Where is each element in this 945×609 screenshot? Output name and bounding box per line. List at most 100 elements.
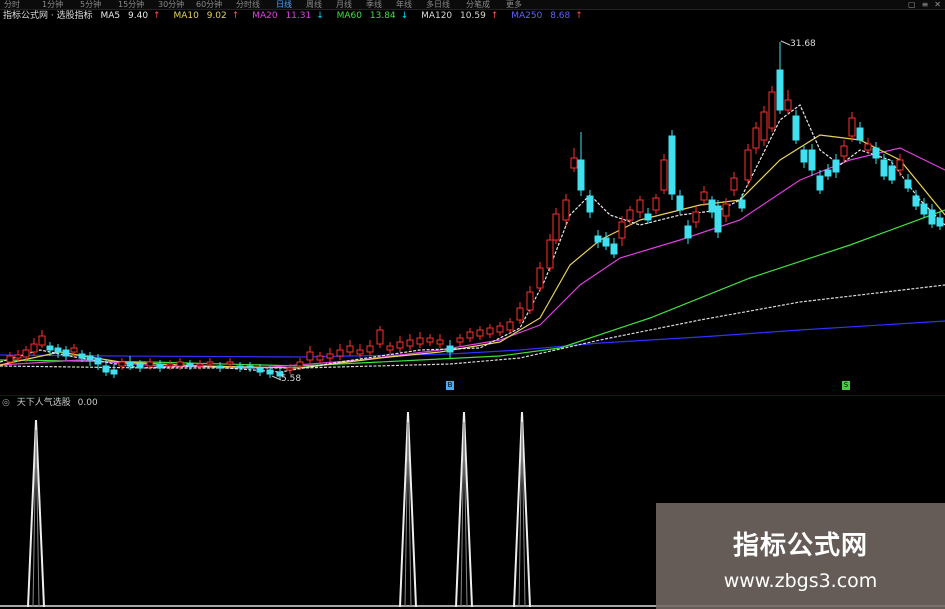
candle-body — [396, 341, 404, 349]
watermark-url: www.zbgs3.com — [723, 570, 878, 592]
candle-body — [386, 345, 394, 351]
candle-body — [446, 345, 454, 353]
candle-body — [864, 143, 872, 151]
candle-body — [266, 369, 274, 375]
candle-body — [904, 179, 912, 189]
candle-body — [744, 149, 752, 181]
candle-body — [406, 339, 414, 347]
candle-body — [856, 127, 864, 141]
candle-body — [552, 213, 560, 241]
candle-body — [496, 325, 504, 333]
candle-body — [286, 367, 294, 371]
candle-body — [226, 361, 234, 365]
candle-body — [436, 339, 444, 345]
candle-body — [110, 369, 118, 375]
candle-body — [714, 205, 722, 233]
candle-body — [506, 321, 514, 331]
candle-body — [536, 267, 544, 289]
candle-body — [760, 111, 768, 141]
candle-body — [920, 203, 928, 215]
candle-body — [808, 149, 816, 171]
candle-body — [880, 159, 888, 177]
candle-body — [86, 355, 94, 361]
settings-icon[interactable]: ◎ — [2, 398, 10, 408]
candle-body — [246, 365, 254, 369]
candle-body — [102, 365, 110, 373]
candle-body — [416, 337, 424, 345]
candle-body — [586, 195, 594, 213]
candle-body — [570, 157, 578, 169]
low-price-label: 5.58 — [281, 374, 302, 384]
candle-body — [546, 239, 554, 269]
candle-body — [577, 159, 585, 191]
candle-body — [326, 353, 334, 359]
candle-body — [936, 217, 944, 227]
candle-body — [888, 165, 896, 181]
candle-body — [30, 343, 38, 353]
candle-body — [366, 345, 374, 353]
candle-body — [652, 197, 660, 211]
candle-body — [708, 199, 716, 213]
high-pointer-line — [780, 40, 791, 46]
candle-body — [14, 354, 22, 359]
candle-body — [176, 361, 184, 367]
candle-body — [376, 329, 384, 345]
ma60-line — [0, 209, 945, 367]
watermark-title: 指标公式网 — [732, 531, 868, 561]
watermark-overlay: 指标公式网 www.zbgs3.com — [656, 503, 945, 609]
candle-body — [644, 213, 652, 221]
ma250-line — [0, 320, 945, 358]
candle-body — [306, 351, 314, 361]
candle-body — [186, 363, 194, 367]
candle-body — [6, 355, 14, 363]
candle-body — [816, 175, 824, 191]
candle-body — [824, 169, 832, 177]
candle-body — [692, 211, 700, 223]
buy-marker: B — [446, 381, 454, 390]
candle-body — [118, 361, 126, 367]
candle-body — [752, 127, 760, 149]
candle-body — [784, 99, 792, 111]
candle-body — [668, 135, 676, 195]
candle-body — [166, 363, 174, 367]
candle-body — [684, 225, 692, 239]
candle-body — [62, 349, 70, 357]
candle-body — [426, 337, 434, 343]
candle-body — [848, 117, 856, 137]
sub-indicator-name: 天下人气选股 — [16, 398, 71, 408]
candle-body — [730, 177, 738, 191]
candle-body — [156, 363, 164, 369]
candle-body — [776, 69, 784, 111]
high-price-label: 31.68 — [790, 39, 816, 49]
candle-body — [456, 337, 464, 343]
candle-body — [896, 159, 904, 171]
candle-body — [602, 237, 610, 247]
candle-body — [54, 347, 62, 353]
candle-body — [236, 365, 244, 369]
candle-body — [136, 363, 144, 369]
candle-body — [486, 327, 494, 335]
candle-body — [676, 195, 684, 211]
candle-body — [636, 199, 644, 213]
panel-divider — [0, 395, 945, 396]
candle-body — [610, 243, 618, 255]
candle-body — [70, 347, 78, 353]
candle-body — [356, 349, 364, 355]
candle-body — [146, 361, 154, 367]
candle-body — [316, 355, 324, 361]
candle-body — [46, 345, 54, 351]
candle-body — [872, 147, 880, 159]
candle-body — [832, 159, 840, 173]
candle-body — [768, 91, 776, 129]
candle-body — [660, 159, 668, 191]
candle-body — [594, 235, 602, 243]
sell-marker: S — [842, 381, 850, 390]
candle-body — [94, 357, 102, 365]
candle-body — [792, 115, 800, 141]
candle-body — [206, 361, 214, 365]
candle-body — [78, 353, 86, 359]
candle-body — [618, 221, 626, 239]
candle-body — [912, 195, 920, 207]
candle-body — [928, 209, 936, 225]
candle-body — [256, 367, 264, 373]
